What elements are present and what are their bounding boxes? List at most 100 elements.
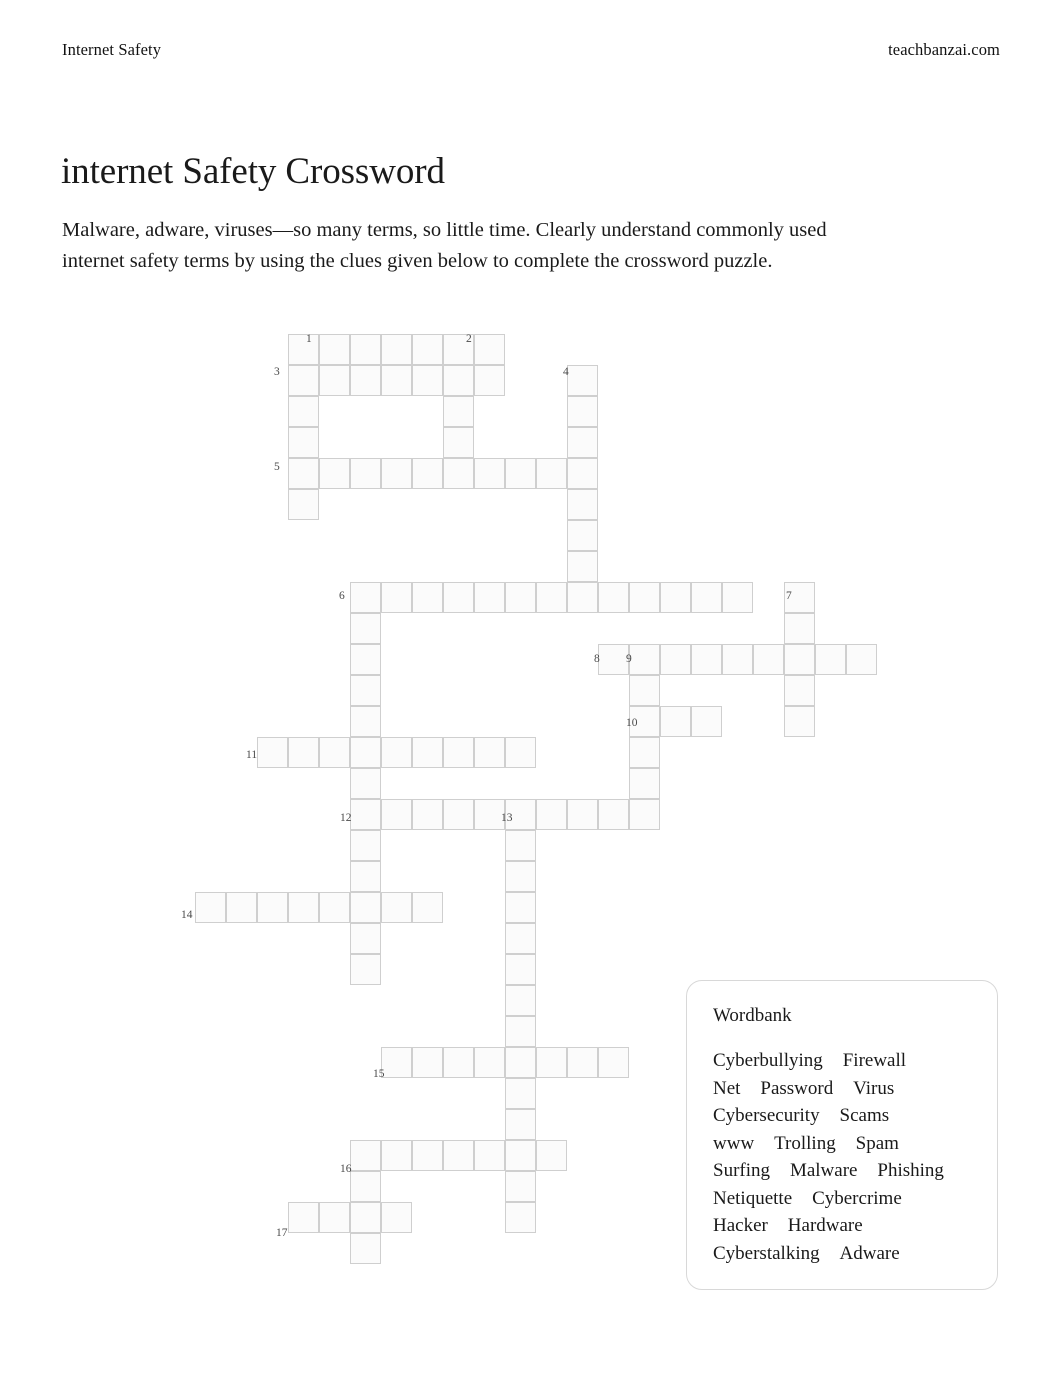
crossword-cell[interactable] (381, 737, 412, 768)
crossword-cell[interactable] (288, 489, 319, 520)
crossword-cell[interactable] (505, 1140, 536, 1171)
crossword-cell[interactable] (412, 365, 443, 396)
crossword-cell[interactable] (412, 458, 443, 489)
crossword-cell[interactable] (598, 1047, 629, 1078)
crossword-cell[interactable] (598, 644, 629, 675)
crossword-cell[interactable] (505, 737, 536, 768)
crossword-cell[interactable] (319, 1202, 350, 1233)
crossword-cell[interactable] (691, 582, 722, 613)
crossword-cell[interactable] (505, 892, 536, 923)
crossword-cell[interactable] (474, 458, 505, 489)
crossword-cell[interactable] (505, 1202, 536, 1233)
crossword-cell[interactable] (350, 737, 381, 768)
crossword-cell[interactable] (536, 582, 567, 613)
crossword-cell[interactable] (319, 458, 350, 489)
crossword-cell[interactable] (412, 892, 443, 923)
crossword-cell[interactable] (288, 365, 319, 396)
crossword-cell[interactable] (567, 799, 598, 830)
crossword-cell[interactable] (288, 458, 319, 489)
crossword-cell[interactable] (629, 582, 660, 613)
crossword-cell[interactable] (629, 644, 660, 675)
crossword-cell[interactable] (226, 892, 257, 923)
crossword-cell[interactable] (784, 613, 815, 644)
crossword-cell[interactable] (350, 365, 381, 396)
crossword-cell[interactable] (381, 458, 412, 489)
crossword-cell[interactable] (505, 1016, 536, 1047)
crossword-cell[interactable] (195, 892, 226, 923)
crossword-cell[interactable] (629, 768, 660, 799)
crossword-cell[interactable] (505, 458, 536, 489)
crossword-cell[interactable] (350, 706, 381, 737)
crossword-cell[interactable] (691, 706, 722, 737)
crossword-cell[interactable] (505, 582, 536, 613)
crossword-cell[interactable] (536, 458, 567, 489)
crossword-cell[interactable] (722, 582, 753, 613)
crossword-cell[interactable] (629, 675, 660, 706)
crossword-cell[interactable] (505, 861, 536, 892)
crossword-cell[interactable] (567, 396, 598, 427)
crossword-cell[interactable] (350, 892, 381, 923)
crossword-cell[interactable] (319, 365, 350, 396)
crossword-cell[interactable] (412, 799, 443, 830)
crossword-cell[interactable] (567, 458, 598, 489)
crossword-cell[interactable] (443, 737, 474, 768)
crossword-cell[interactable] (350, 923, 381, 954)
crossword-cell[interactable] (412, 582, 443, 613)
crossword-cell[interactable] (350, 613, 381, 644)
crossword-cell[interactable] (567, 365, 598, 396)
crossword-cell[interactable] (350, 1233, 381, 1264)
crossword-cell[interactable] (660, 644, 691, 675)
crossword-cell[interactable] (784, 675, 815, 706)
crossword-cell[interactable] (567, 520, 598, 551)
crossword-cell[interactable] (784, 706, 815, 737)
crossword-cell[interactable] (350, 1202, 381, 1233)
crossword-cell[interactable] (598, 799, 629, 830)
crossword-cell[interactable] (443, 582, 474, 613)
crossword-cell[interactable] (381, 365, 412, 396)
crossword-cell[interactable] (474, 1140, 505, 1171)
crossword-cell[interactable] (257, 737, 288, 768)
crossword-cell[interactable] (350, 861, 381, 892)
crossword-cell[interactable] (412, 1047, 443, 1078)
crossword-cell[interactable] (381, 1047, 412, 1078)
crossword-cell[interactable] (722, 644, 753, 675)
crossword-cell[interactable] (474, 334, 505, 365)
crossword-cell[interactable] (443, 427, 474, 458)
crossword-cell[interactable] (815, 644, 846, 675)
crossword-cell[interactable] (381, 582, 412, 613)
crossword-cell[interactable] (443, 365, 474, 396)
crossword-cell[interactable] (784, 644, 815, 675)
crossword-cell[interactable] (350, 799, 381, 830)
crossword-cell[interactable] (288, 427, 319, 458)
crossword-cell[interactable] (505, 1171, 536, 1202)
crossword-cell[interactable] (288, 892, 319, 923)
crossword-cell[interactable] (319, 334, 350, 365)
crossword-cell[interactable] (536, 1047, 567, 1078)
crossword-cell[interactable] (474, 737, 505, 768)
crossword-cell[interactable] (443, 799, 474, 830)
crossword-cell[interactable] (629, 799, 660, 830)
crossword-cell[interactable] (443, 396, 474, 427)
crossword-cell[interactable] (381, 334, 412, 365)
crossword-cell[interactable] (381, 1202, 412, 1233)
crossword-cell[interactable] (474, 365, 505, 396)
crossword-cell[interactable] (443, 1047, 474, 1078)
crossword-cell[interactable] (629, 737, 660, 768)
crossword-cell[interactable] (350, 1171, 381, 1202)
crossword-cell[interactable] (505, 1078, 536, 1109)
crossword-cell[interactable] (288, 334, 319, 365)
crossword-cell[interactable] (691, 644, 722, 675)
crossword-cell[interactable] (474, 582, 505, 613)
crossword-cell[interactable] (660, 706, 691, 737)
crossword-cell[interactable] (412, 737, 443, 768)
crossword-cell[interactable] (381, 1140, 412, 1171)
crossword-cell[interactable] (567, 489, 598, 520)
crossword-cell[interactable] (350, 644, 381, 675)
crossword-cell[interactable] (660, 582, 691, 613)
crossword-cell[interactable] (350, 458, 381, 489)
crossword-cell[interactable] (536, 1140, 567, 1171)
crossword-cell[interactable] (536, 799, 567, 830)
crossword-cell[interactable] (443, 1140, 474, 1171)
crossword-cell[interactable] (350, 334, 381, 365)
crossword-cell[interactable] (350, 954, 381, 985)
